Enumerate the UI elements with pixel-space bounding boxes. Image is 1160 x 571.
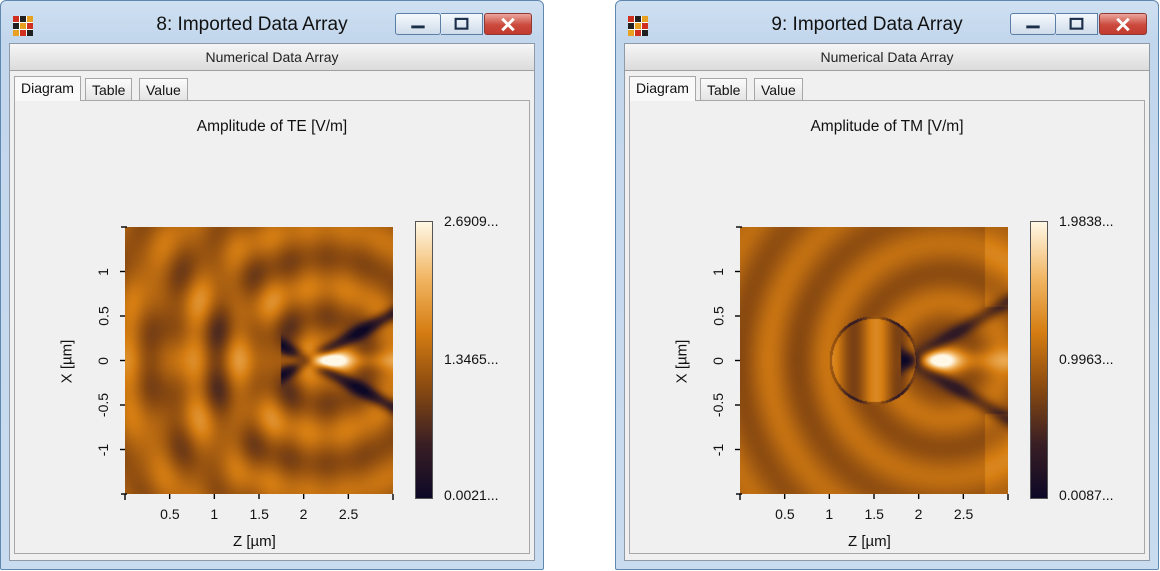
subheader: Numerical Data Array	[10, 44, 534, 71]
maximize-button[interactable]	[441, 13, 483, 35]
y-tick-label: 1	[709, 267, 726, 276]
title-bar[interactable]: 8: Imported Data Array	[1, 1, 543, 43]
close-button[interactable]	[484, 13, 532, 35]
client-area: Numerical Data Array Diagram Table Value…	[9, 43, 535, 561]
x-tick-label: 0.5	[160, 506, 180, 522]
data-array-window-tm: 9: Imported Data Array Numerical Data Ar…	[615, 0, 1159, 570]
colorbar-max-label: 2.6909...	[444, 213, 499, 229]
close-icon	[501, 17, 515, 32]
y-tick-label: 1	[94, 267, 111, 276]
diagram-panel: Amplitude of TE [V/m] 2.6909... 1.3465..…	[14, 100, 530, 554]
colorbar-max-label: 1.9838...	[1059, 213, 1114, 229]
x-tick-label: 0.5	[775, 506, 795, 522]
y-tick-label: -0.5	[710, 392, 727, 418]
colorbar	[415, 221, 433, 499]
minimize-button[interactable]	[395, 13, 441, 35]
x-tick-label: 2.5	[953, 506, 974, 522]
tab-value-at[interactable]: Value at (x,y)	[754, 78, 803, 142]
tab-diagram[interactable]: Diagram	[14, 76, 81, 101]
close-icon	[1116, 17, 1130, 32]
minimize-button[interactable]	[1010, 13, 1056, 35]
maximize-button[interactable]	[1056, 13, 1098, 35]
x-tick-label: 1.5	[249, 506, 269, 522]
x-tick-label: 2	[914, 506, 923, 522]
x-axis-title: Z [µm]	[848, 533, 891, 550]
diagram-panel: Amplitude of TM [V/m] 1.9838... 0.9963..…	[629, 100, 1145, 554]
y-tick-label: 0.5	[710, 306, 727, 326]
y-tick-label: 0	[94, 356, 111, 365]
colorbar-min-label: 0.0087...	[1059, 487, 1114, 503]
close-button[interactable]	[1099, 13, 1147, 35]
y-axis-title: X [µm]	[58, 339, 76, 384]
x-tick-label: 2	[299, 506, 308, 522]
y-axis-title: X [µm]	[673, 339, 691, 384]
colorbar	[1030, 221, 1048, 499]
client-area: Numerical Data Array Diagram Table Value…	[624, 43, 1150, 561]
minimize-icon	[411, 25, 425, 29]
x-tick-label: 1	[210, 506, 219, 522]
title-bar[interactable]: 9: Imported Data Array	[616, 1, 1158, 43]
maximize-icon	[1069, 17, 1084, 30]
y-tick-label: -1	[95, 443, 112, 456]
colorbar-mid-label: 1.3465...	[444, 351, 499, 367]
colorbar-min-label: 0.0021...	[444, 487, 499, 503]
maximize-icon	[454, 17, 469, 30]
tab-table[interactable]: Table	[700, 78, 748, 100]
data-array-window-te: 8: Imported Data Array Numerical Data Ar…	[0, 0, 544, 570]
y-tick-label: -0.5	[95, 392, 112, 418]
y-tick-label: 0	[709, 356, 726, 365]
y-tick-label: -1	[710, 443, 727, 456]
y-tick-label: 0.5	[95, 306, 112, 326]
tab-diagram[interactable]: Diagram	[629, 76, 696, 101]
x-tick-label: 1.5	[864, 506, 884, 522]
x-axis-title: Z [µm]	[233, 533, 276, 550]
x-tick-label: 2.5	[338, 506, 359, 522]
subheader: Numerical Data Array	[625, 44, 1149, 71]
tab-table[interactable]: Table	[85, 78, 133, 100]
tab-value-at[interactable]: Value at (x,y)	[139, 78, 188, 142]
x-tick-label: 1	[825, 506, 834, 522]
minimize-icon	[1026, 25, 1040, 29]
colorbar-mid-label: 0.9963...	[1059, 351, 1114, 367]
